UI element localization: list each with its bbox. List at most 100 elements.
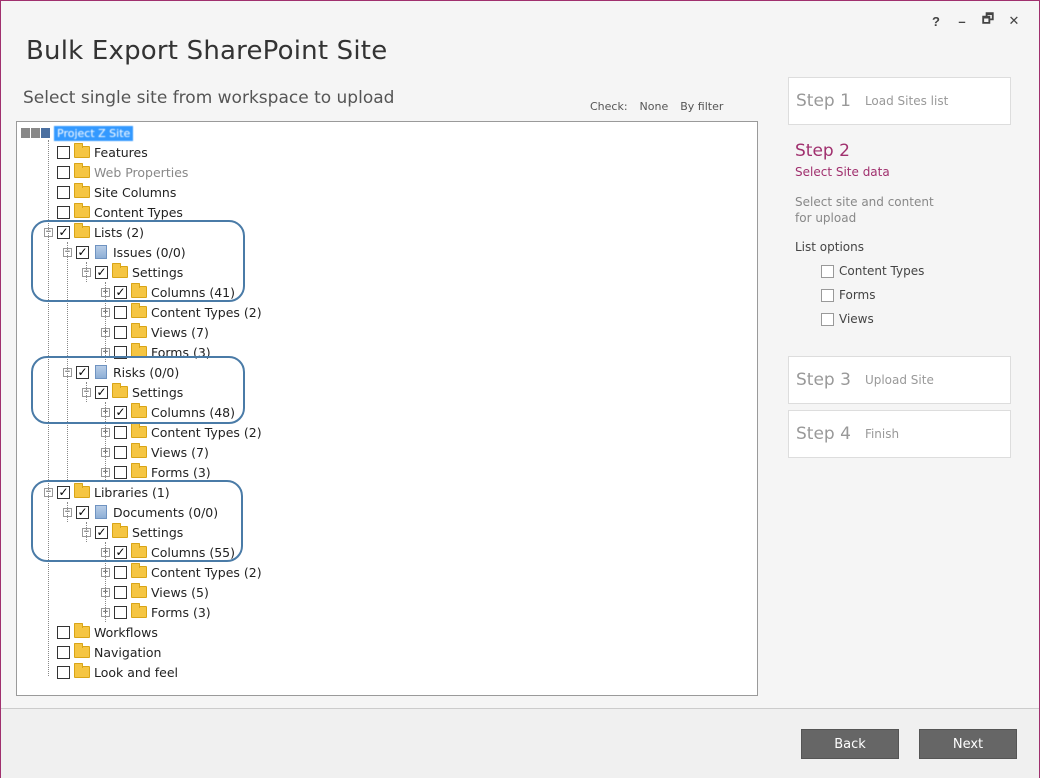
tree-node[interactable]: Content Types xyxy=(44,202,183,222)
next-button[interactable]: Next xyxy=(919,729,1017,759)
tree-node-checkbox[interactable] xyxy=(57,165,70,179)
tree-node[interactable]: Features xyxy=(44,142,148,162)
option-forms[interactable]: Forms xyxy=(821,288,1015,302)
tree-node-checkbox[interactable] xyxy=(57,145,70,159)
step-4-number: Step 4 xyxy=(796,424,851,444)
tree-node-label: Content Types (2) xyxy=(151,564,262,580)
tree-node[interactable]: Look and feel xyxy=(44,662,178,682)
tree-node[interactable]: + Content Types (2) xyxy=(101,302,262,322)
step-4: Step 4 Finish xyxy=(788,410,1011,458)
step-4-name: Finish xyxy=(864,427,900,441)
option-content-types-label: Content Types xyxy=(839,264,925,278)
folder-icon xyxy=(74,643,90,658)
check-bar: Check: None By filter xyxy=(590,100,735,113)
list-options-title: List options xyxy=(795,240,864,254)
tree-node-checkbox[interactable] xyxy=(114,425,127,439)
option-forms-checkbox[interactable] xyxy=(821,288,834,302)
folder-icon xyxy=(74,163,90,178)
tree-node[interactable]: + Views (7) xyxy=(101,322,209,342)
option-views-checkbox[interactable] xyxy=(821,312,834,326)
tree-node-label: Views (7) xyxy=(151,444,209,460)
step-3-name: Upload Site xyxy=(864,373,934,387)
tree-root[interactable]: Project Z Site xyxy=(21,124,134,142)
tree-node-label: Content Types (2) xyxy=(151,304,262,320)
folder-icon xyxy=(131,423,147,438)
minimize-icon[interactable]: – xyxy=(951,11,973,31)
tree-node-checkbox[interactable] xyxy=(114,445,127,459)
tree-node[interactable]: + Views (5) xyxy=(101,582,209,602)
step-2-number: Step 2 xyxy=(795,141,850,161)
tree-node-label: Forms (3) xyxy=(151,604,211,620)
tree-node-checkbox[interactable] xyxy=(114,565,127,579)
footer: Back Next xyxy=(1,708,1039,778)
folder-icon xyxy=(131,563,147,578)
tree-node-label: Views (5) xyxy=(151,584,209,600)
step-1-name: Load Sites list xyxy=(864,94,949,108)
folder-icon xyxy=(131,443,147,458)
folder-icon xyxy=(74,203,90,218)
check-none-link[interactable]: None xyxy=(640,100,669,113)
option-content-types[interactable]: Content Types xyxy=(821,264,1015,278)
folder-icon xyxy=(131,603,147,618)
tree-node-checkbox[interactable] xyxy=(114,305,127,319)
tree-node-label: Site Columns xyxy=(94,184,177,200)
page-title: Bulk Export SharePoint Site xyxy=(26,36,388,66)
check-label: Check: xyxy=(590,100,628,113)
folder-icon xyxy=(74,183,90,198)
tree-node[interactable]: + Views (7) xyxy=(101,442,209,462)
step-2: Step 2 Select Site data Select site and … xyxy=(795,141,1015,326)
tree-node-checkbox[interactable] xyxy=(57,625,70,639)
folder-icon xyxy=(131,583,147,598)
tree-node-checkbox[interactable] xyxy=(114,585,127,599)
step-1-number: Step 1 xyxy=(796,91,851,111)
folder-icon xyxy=(74,663,90,678)
tree-node-checkbox[interactable] xyxy=(114,325,127,339)
step-2-name: Select Site data xyxy=(795,165,890,179)
folder-icon xyxy=(131,463,147,478)
tree-node-label: Content Types xyxy=(94,204,183,220)
tree-node-checkbox[interactable] xyxy=(57,645,70,659)
tree-node[interactable]: + Forms (3) xyxy=(101,462,211,482)
wizard-window: ? – 🗗 ✕ Bulk Export SharePoint Site Sele… xyxy=(0,0,1040,778)
step-2-description: Select site and content for upload xyxy=(795,194,1015,226)
tree-node-label: Views (7) xyxy=(151,324,209,340)
step-3: Step 3 Upload Site xyxy=(788,356,1011,404)
site-tree[interactable]: Project Z Site Features Web Properties Sit… xyxy=(16,121,758,696)
step-2-desc-line-1: Select site and content xyxy=(795,195,934,209)
back-button[interactable]: Back xyxy=(801,729,899,759)
tree-node-label: Look and feel xyxy=(94,664,178,680)
root-site-label[interactable]: Project Z Site xyxy=(54,125,134,141)
tree-node[interactable]: + Content Types (2) xyxy=(101,422,262,442)
step-3-number: Step 3 xyxy=(796,370,851,390)
tree-node[interactable]: + Content Types (2) xyxy=(101,562,262,582)
tree-node-label: Features xyxy=(94,144,148,160)
option-forms-label: Forms xyxy=(839,288,876,302)
option-views-label: Views xyxy=(839,312,874,326)
tree-node[interactable]: Workflows xyxy=(44,622,158,642)
tree-node[interactable]: + Forms (3) xyxy=(101,602,211,622)
tree-node-checkbox[interactable] xyxy=(57,185,70,199)
tree-node[interactable]: Navigation xyxy=(44,642,161,662)
tree-node[interactable]: Site Columns xyxy=(44,182,176,202)
tree-node-checkbox[interactable] xyxy=(57,665,70,679)
folder-icon xyxy=(74,623,90,638)
highlight-annotation xyxy=(31,480,243,562)
tree-node-checkbox[interactable] xyxy=(114,465,127,479)
tree-node-checkbox[interactable] xyxy=(114,605,127,619)
tree-node-label: Navigation xyxy=(94,644,162,660)
tree-node-checkbox[interactable] xyxy=(57,205,70,219)
folder-icon xyxy=(74,143,90,158)
restore-icon[interactable]: 🗗 xyxy=(977,11,999,31)
check-by-filter-link[interactable]: By filter xyxy=(680,100,723,113)
tree-node-label: Workflows xyxy=(94,624,158,640)
highlight-annotation xyxy=(31,356,245,424)
step-1: Step 1 Load Sites list xyxy=(788,77,1011,125)
folder-icon xyxy=(131,323,147,338)
option-views[interactable]: Views xyxy=(821,312,1015,326)
tree-node-label: Forms (3) xyxy=(151,464,211,480)
highlight-annotation xyxy=(31,220,245,302)
option-content-types-checkbox[interactable] xyxy=(821,264,834,278)
help-icon[interactable]: ? xyxy=(925,11,947,31)
tree-node[interactable]: Web Properties xyxy=(44,162,188,182)
close-icon[interactable]: ✕ xyxy=(1003,11,1025,31)
